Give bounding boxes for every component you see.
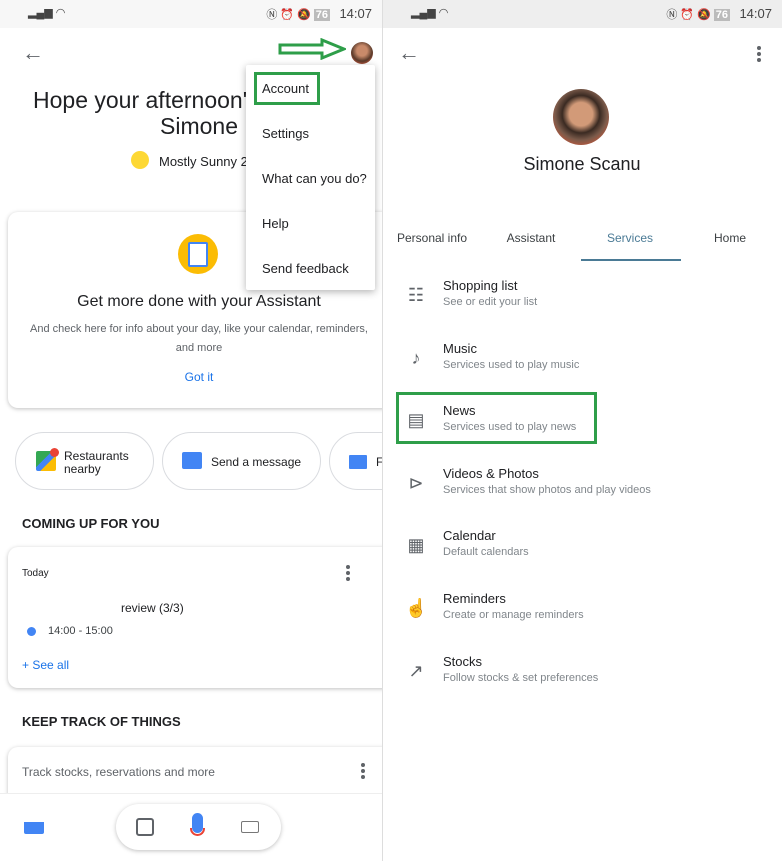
menu-item-help[interactable]: Help	[262, 216, 289, 231]
snapshot-inbox-icon[interactable]	[24, 822, 44, 834]
tab-assistant[interactable]: Assistant	[507, 231, 556, 245]
service-title: Stocks	[443, 654, 483, 669]
weather-text: Mostly Sunny 2	[159, 154, 248, 169]
day-label: Today	[22, 568, 49, 579]
event-title[interactable]: review (3/3)	[121, 601, 184, 615]
card-title: Get more done with your Assistant	[77, 293, 321, 310]
service-title: Music	[443, 341, 477, 356]
section-header-keep-track: KEEP TRACK OF THINGS	[22, 714, 181, 729]
status-icons: Ⓝ⏰🔕 76	[666, 9, 730, 21]
card-body-2: and more	[175, 342, 223, 354]
status-bar: ▂▄▆ ◠ Ⓝ⏰🔕 76 14:07	[383, 0, 782, 28]
account-services-panel: ▂▄▆ ◠ Ⓝ⏰🔕 76 14:07 ← Simone Scanu Persona…	[382, 0, 782, 861]
service-videos-photos[interactable]: ⊳ Videos & Photos Services that show photo…	[383, 466, 782, 516]
coming-up-card: Today review (3/3) 14:00 - 15:00 + See a…	[8, 547, 382, 688]
service-subtitle: Create or manage reminders	[443, 609, 584, 621]
message-icon	[182, 452, 202, 469]
keep-track-text: Track stocks, reservations and more	[22, 765, 215, 779]
maps-icon	[36, 448, 59, 471]
got-it-button[interactable]: Got it	[8, 370, 382, 384]
cake-icon	[349, 455, 367, 469]
highlight-box	[254, 72, 320, 105]
chip-label-2: nearby	[64, 462, 101, 476]
service-subtitle: Services that show photos and play video…	[443, 484, 651, 496]
trending-icon: ↗	[408, 661, 424, 681]
profile-name: Simone Scanu	[523, 154, 641, 174]
clock: 14:07	[739, 6, 772, 21]
battery-indicator: 76	[713, 9, 730, 21]
service-shopping-list[interactable]: ☷ Shopping list See or edit your list	[383, 278, 782, 328]
greeting: Hope your afternoon's	[33, 87, 259, 113]
tab-home[interactable]: Home	[714, 231, 746, 245]
service-music[interactable]: ♪ Music Services used to play music	[383, 341, 782, 391]
section-header-coming-up: COMING UP FOR YOU	[22, 516, 160, 531]
menu-item-send-feedback[interactable]: Send feedback	[262, 261, 349, 276]
event-dot-icon	[27, 627, 36, 636]
assistant-home-panel: ▂▄▆ ◠ Ⓝ⏰🔕 76 14:07 ← Hope your afternoon'…	[0, 0, 382, 861]
service-calendar[interactable]: ▦ Calendar Default calendars	[383, 528, 782, 578]
avatar[interactable]	[351, 42, 373, 64]
reminder-icon: ☝	[405, 598, 428, 618]
status-bar: ▂▄▆ ◠ Ⓝ⏰🔕 76 14:07	[0, 0, 382, 28]
service-subtitle: Default calendars	[443, 546, 529, 558]
service-title: Reminders	[443, 591, 506, 606]
profile-avatar[interactable]	[553, 89, 609, 145]
menu-item-what-can-you-do[interactable]: What can you do?	[262, 171, 367, 186]
keyboard-icon[interactable]	[241, 821, 259, 833]
chip-restaurants[interactable]: Restaurants nearby	[15, 432, 154, 490]
back-arrow-icon[interactable]: ←	[398, 40, 420, 66]
annotation-arrow-icon	[278, 38, 346, 60]
greeting-name: Simone	[160, 113, 238, 139]
calendar-icon: ▦	[407, 535, 425, 555]
video-icon: ⊳	[408, 473, 424, 493]
event-time: 14:00 - 15:00	[48, 625, 113, 637]
highlight-box	[396, 392, 597, 444]
back-arrow-icon[interactable]: ←	[22, 40, 44, 66]
more-options-icon[interactable]	[757, 46, 761, 64]
mic-base	[190, 828, 205, 836]
chip-label: Send a message	[211, 455, 302, 469]
signal-wifi-icon: ▂▄▆ ◠	[28, 7, 66, 19]
lens-icon[interactable]	[136, 818, 154, 836]
active-tab-indicator	[581, 259, 681, 261]
clock: 14:07	[339, 6, 372, 21]
tab-services[interactable]: Services	[607, 231, 653, 245]
service-reminders[interactable]: ☝ Reminders Create or manage reminders	[383, 591, 782, 641]
card-body: And check here for info about your day, …	[30, 323, 368, 335]
list-icon: ☷	[407, 285, 425, 305]
chip-partial[interactable]: F	[329, 432, 382, 490]
clipboard-icon	[178, 234, 218, 274]
bottom-bar	[0, 793, 382, 861]
chip-label: Restaurants	[64, 449, 129, 463]
status-icons: Ⓝ⏰🔕 76	[266, 9, 330, 21]
chip-send-message[interactable]: Send a message	[162, 432, 321, 490]
service-subtitle: Follow stocks & set preferences	[443, 672, 599, 684]
signal-wifi-icon: ▂▄▆ ◠	[411, 7, 449, 19]
service-title: Shopping list	[443, 278, 518, 293]
see-all-link[interactable]: + See all	[22, 658, 69, 672]
service-subtitle: Services used to play music	[443, 359, 580, 371]
menu-item-settings[interactable]: Settings	[262, 126, 309, 141]
input-pill	[116, 804, 281, 850]
more-options-icon[interactable]	[346, 565, 350, 583]
music-note-icon: ♪	[411, 348, 421, 368]
service-subtitle: See or edit your list	[443, 296, 538, 308]
service-stocks[interactable]: ↗ Stocks Follow stocks & set preferences	[383, 654, 782, 704]
more-options-icon[interactable]	[361, 763, 365, 781]
tab-personal-info[interactable]: Personal info	[397, 231, 467, 245]
service-title: Videos & Photos	[443, 466, 539, 481]
sun-icon	[131, 151, 149, 169]
battery-indicator: 76	[313, 9, 330, 21]
service-title: Calendar	[443, 528, 496, 543]
